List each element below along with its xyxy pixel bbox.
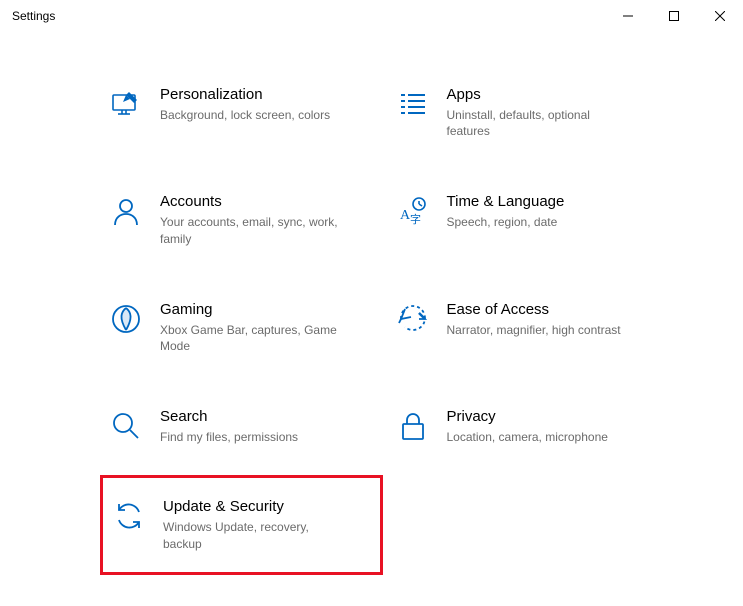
- personalization-icon: [110, 88, 142, 120]
- tile-title: Update & Security: [163, 498, 364, 515]
- tile-title: Gaming: [160, 301, 367, 318]
- tile-search[interactable]: Search Find my files, permissions: [110, 404, 367, 449]
- tile-title: Search: [160, 408, 367, 425]
- tile-desc: Narrator, magnifier, high contrast: [447, 322, 627, 338]
- tile-update-security[interactable]: Update & Security Windows Update, recove…: [100, 475, 383, 574]
- tile-title: Accounts: [160, 193, 367, 210]
- tile-title: Personalization: [160, 86, 367, 103]
- time-language-icon: A 字: [397, 195, 429, 227]
- tile-text: Time & Language Speech, region, date: [447, 193, 654, 230]
- ease-of-access-icon: [397, 303, 429, 335]
- window-controls: [605, 0, 743, 32]
- tile-text: Ease of Access Narrator, magnifier, high…: [447, 301, 654, 338]
- search-icon: [110, 410, 142, 442]
- close-icon: [715, 11, 725, 21]
- titlebar: Settings: [0, 0, 743, 32]
- accounts-icon: [110, 195, 142, 227]
- privacy-icon: [397, 410, 429, 442]
- gaming-icon: [110, 303, 142, 335]
- settings-grid: Personalization Background, lock screen,…: [110, 82, 653, 555]
- tile-text: Privacy Location, camera, microphone: [447, 408, 654, 445]
- tile-desc: Your accounts, email, sync, work, family: [160, 214, 340, 246]
- tile-gaming[interactable]: Gaming Xbox Game Bar, captures, Game Mod…: [110, 297, 367, 358]
- tile-title: Privacy: [447, 408, 654, 425]
- tile-text: Apps Uninstall, defaults, optional featu…: [447, 86, 654, 139]
- settings-content: Personalization Background, lock screen,…: [0, 32, 743, 575]
- window-title: Settings: [12, 9, 55, 23]
- tile-privacy[interactable]: Privacy Location, camera, microphone: [397, 404, 654, 449]
- tile-accounts[interactable]: Accounts Your accounts, email, sync, wor…: [110, 189, 367, 250]
- tile-ease-of-access[interactable]: Ease of Access Narrator, magnifier, high…: [397, 297, 654, 358]
- apps-icon: [397, 88, 429, 120]
- tile-desc: Background, lock screen, colors: [160, 107, 340, 123]
- tile-text: Update & Security Windows Update, recove…: [163, 498, 364, 551]
- tile-apps[interactable]: Apps Uninstall, defaults, optional featu…: [397, 82, 654, 143]
- tile-desc: Uninstall, defaults, optional features: [447, 107, 627, 139]
- tile-text: Accounts Your accounts, email, sync, wor…: [160, 193, 367, 246]
- tile-desc: Find my files, permissions: [160, 429, 340, 445]
- tile-text: Personalization Background, lock screen,…: [160, 86, 367, 123]
- tile-personalization[interactable]: Personalization Background, lock screen,…: [110, 82, 367, 143]
- update-security-icon: [113, 500, 145, 532]
- tile-desc: Location, camera, microphone: [447, 429, 627, 445]
- tile-text: Gaming Xbox Game Bar, captures, Game Mod…: [160, 301, 367, 354]
- tile-title: Ease of Access: [447, 301, 654, 318]
- tile-time-language[interactable]: A 字 Time & Language Speech, region, date: [397, 189, 654, 250]
- close-button[interactable]: [697, 0, 743, 32]
- maximize-button[interactable]: [651, 0, 697, 32]
- tile-desc: Windows Update, recovery, backup: [163, 519, 343, 551]
- tile-title: Apps: [447, 86, 654, 103]
- tile-desc: Speech, region, date: [447, 214, 627, 230]
- svg-text:字: 字: [410, 212, 421, 226]
- tile-text: Search Find my files, permissions: [160, 408, 367, 445]
- minimize-icon: [623, 11, 633, 21]
- minimize-button[interactable]: [605, 0, 651, 32]
- maximize-icon: [669, 11, 679, 21]
- tile-title: Time & Language: [447, 193, 654, 210]
- tile-desc: Xbox Game Bar, captures, Game Mode: [160, 322, 340, 354]
